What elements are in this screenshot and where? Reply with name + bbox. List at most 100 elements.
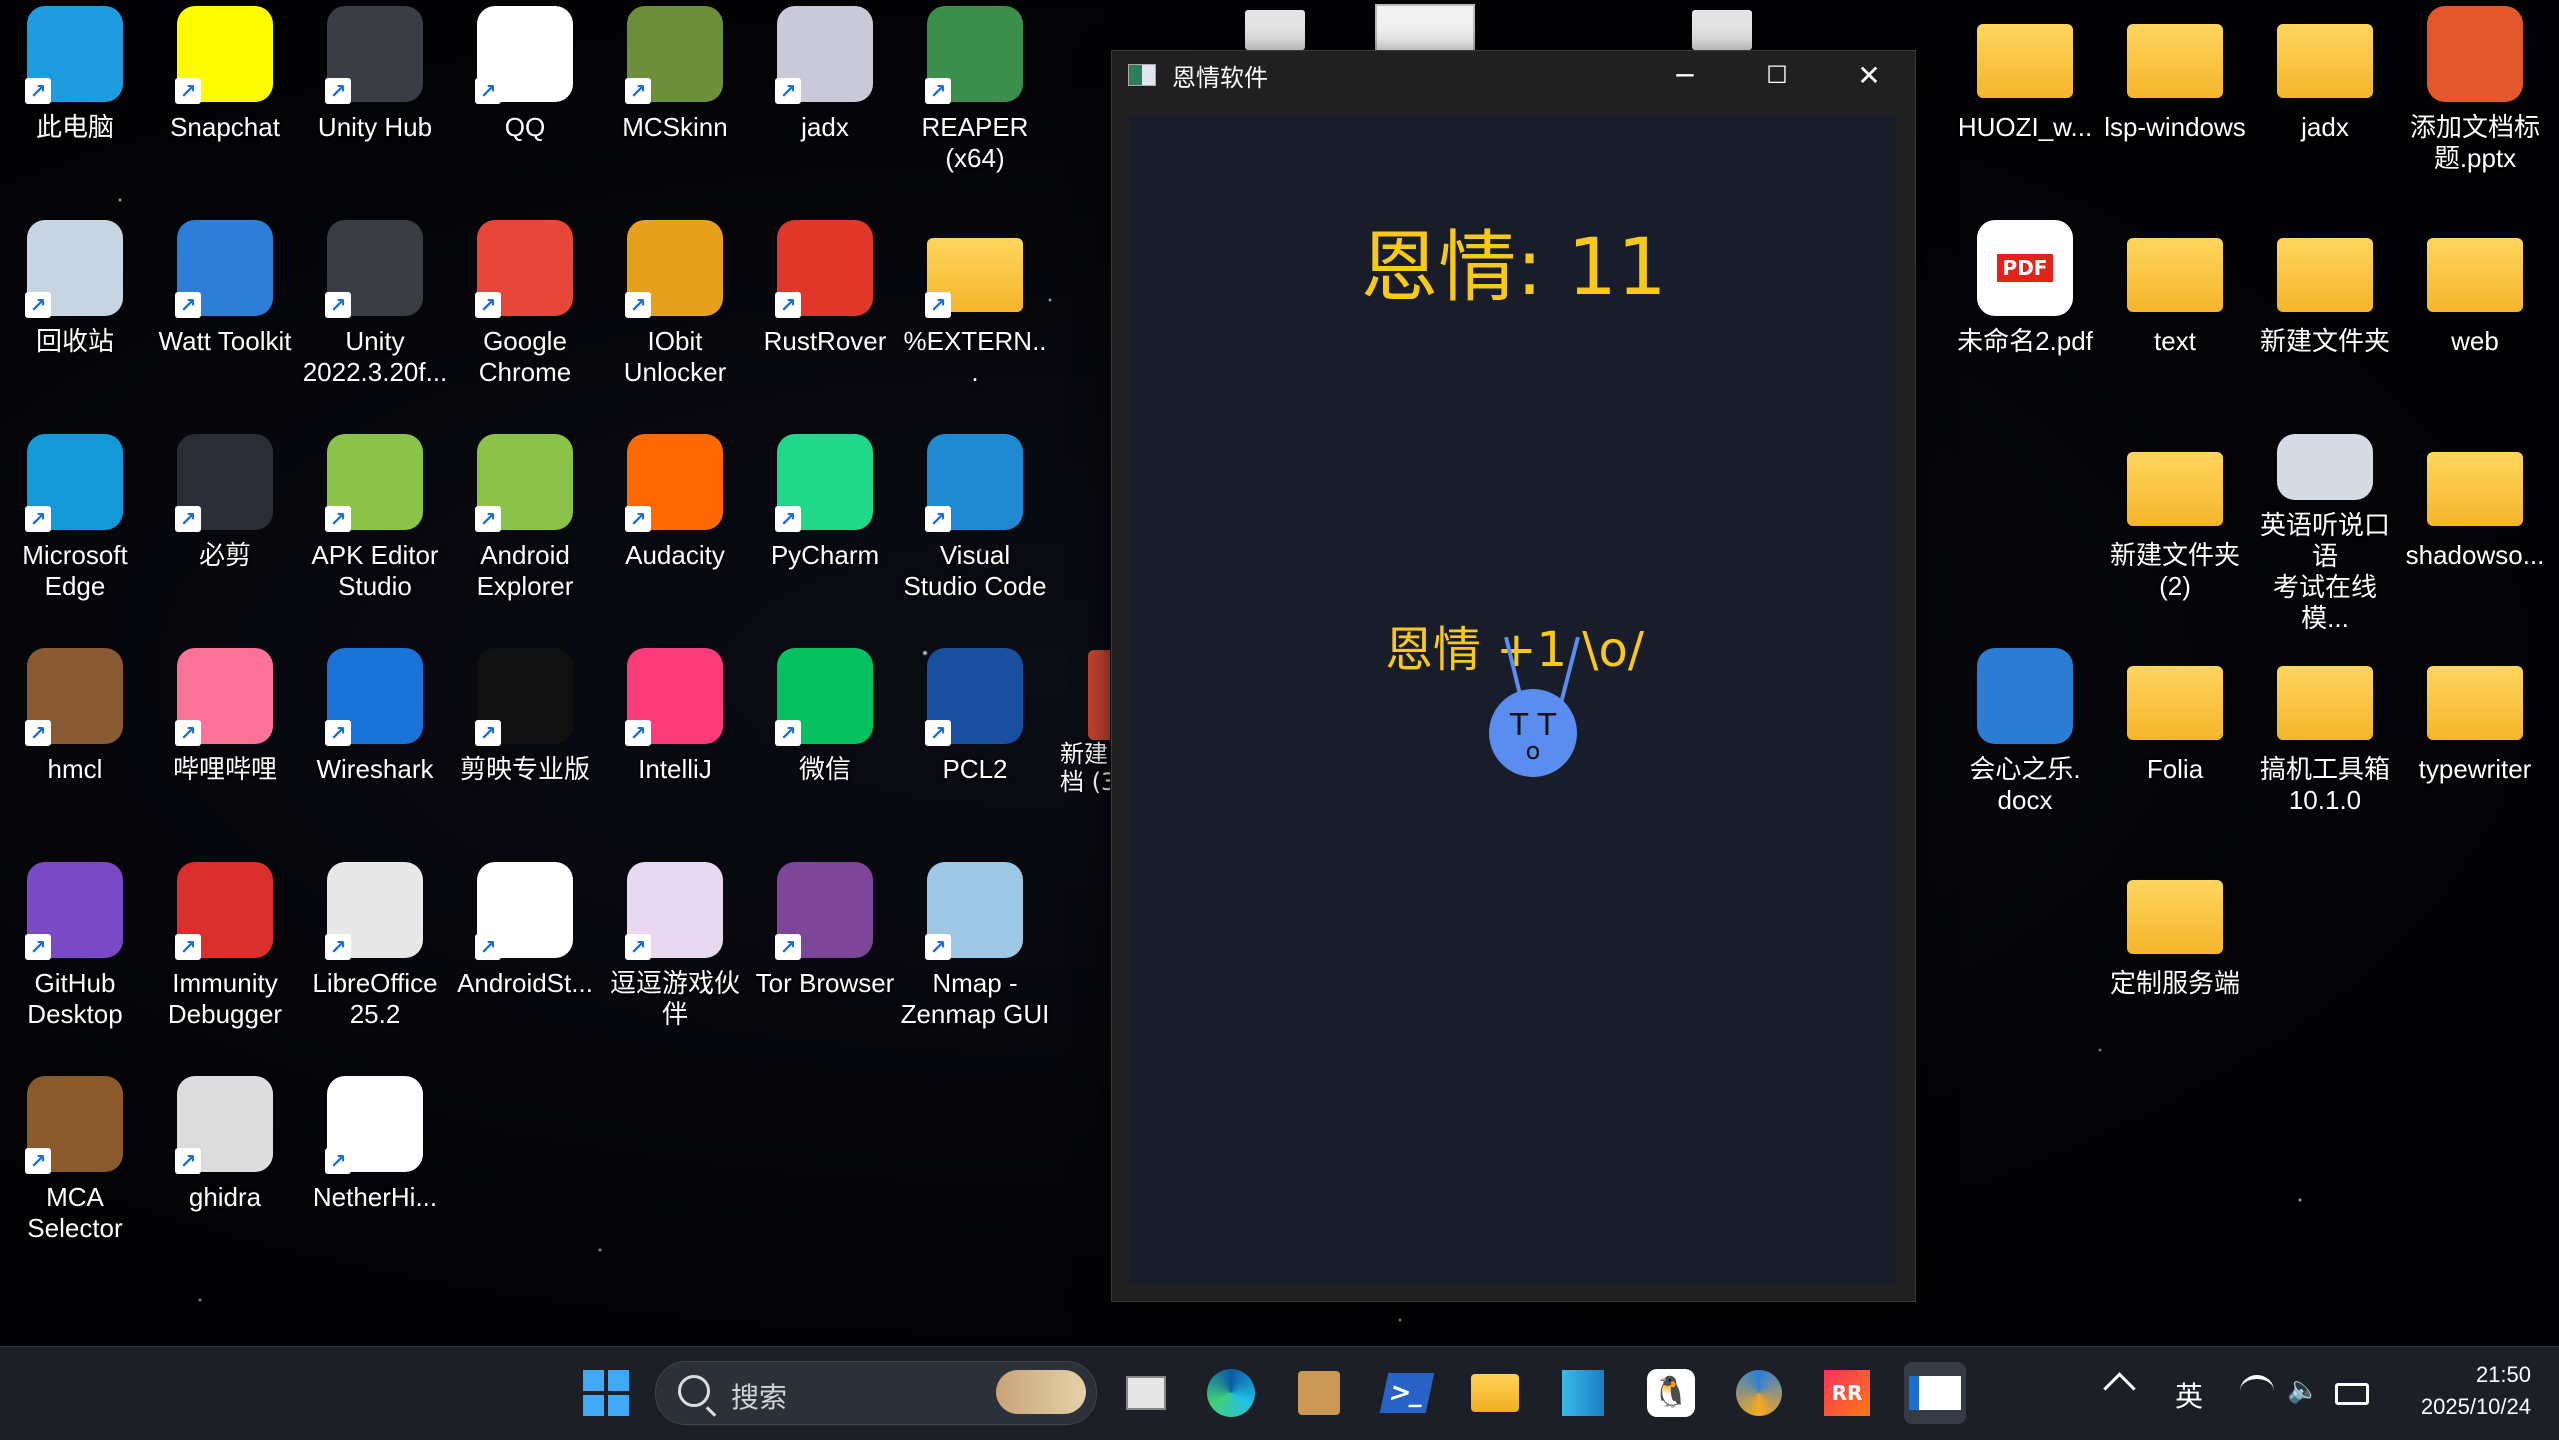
shortcut-arrow-icon: ↗ xyxy=(25,78,51,104)
desktop-icon-20[interactable]: ↗ Visual Studio Code xyxy=(900,434,1050,634)
partial-desktop-icon[interactable]: 新建 档 (3 xyxy=(1060,650,1110,800)
desktop-icon-23[interactable]: ↗ Wireshark xyxy=(300,648,450,848)
desktop-icon-24[interactable]: ↗ 剪映专业版 xyxy=(450,648,600,848)
netherhi-icon: ↗ xyxy=(325,1076,423,1174)
desktop-right-icon-0[interactable]: HUOZI_w... xyxy=(1950,6,2100,206)
system-clock[interactable]: 21:50 2025/10/24 xyxy=(2421,1359,2531,1423)
wechat-icon: ↗ xyxy=(775,648,873,746)
desktop-right-icon-4[interactable]: PDF 未命名2.pdf xyxy=(1950,220,2100,420)
desktop-icon-32[interactable]: ↗ 逗逗游戏伙伴 xyxy=(600,862,750,1062)
window-title: 恩情软件 xyxy=(1172,63,1268,92)
icon-label: GitHub Desktop xyxy=(27,968,123,1029)
desktop-right-icon-6[interactable]: 新建文件夹 xyxy=(2250,220,2400,420)
taskbar-search[interactable]: 搜索 xyxy=(655,1361,1097,1425)
shortcut-arrow-icon: ↗ xyxy=(325,1148,351,1174)
desktop-icon-26[interactable]: ↗ 微信 xyxy=(750,648,900,848)
desktop-icon-34[interactable]: ↗ Nmap - Zenmap GUI xyxy=(900,862,1050,1062)
desktop-icon-22[interactable]: ↗ 哔哩哔哩 xyxy=(150,648,300,848)
desktop-file-top-2[interactable] xyxy=(1375,4,1475,54)
close-button[interactable]: ✕ xyxy=(1823,51,1915,99)
watt-toolkit-taskbar-icon[interactable] xyxy=(1728,1362,1790,1424)
ime-indicator[interactable]: 英 xyxy=(2175,1375,2203,1415)
icon-label: 回收站 xyxy=(35,326,114,356)
desktop-icon-7[interactable]: ↗ 回收站 xyxy=(0,220,150,420)
desktop-icon-13[interactable]: ↗ %EXTERN... xyxy=(900,220,1050,420)
shortcut-arrow-icon: ↗ xyxy=(25,934,51,960)
desktop-right-icon-14[interactable]: typewriter xyxy=(2400,648,2550,848)
desktop-right-icon-1[interactable]: lsp-windows xyxy=(2100,6,2250,206)
desktop-right-icon-15[interactable]: 定制服务端 xyxy=(2100,862,2250,1062)
desktop-icon-14[interactable]: ↗ Microsoft Edge xyxy=(0,434,150,634)
icon-label: Android Explorer xyxy=(476,540,574,601)
apk-editor-icon: ↗ xyxy=(325,434,423,532)
desktop-icon-15[interactable]: ↗ 必剪 xyxy=(150,434,300,634)
desktop-icon-21[interactable]: ↗ hmcl xyxy=(0,648,150,848)
desktop-icon-9[interactable]: ↗ Unity 2022.3.20f... xyxy=(300,220,450,420)
desktop-icon-31[interactable]: ↗ AndroidSt... xyxy=(450,862,600,1062)
icon-label: Audacity xyxy=(625,540,725,570)
desktop-icon-17[interactable]: ↗ Android Explorer xyxy=(450,434,600,634)
tray-overflow-chevron-icon[interactable] xyxy=(2103,1372,2136,1405)
desktop-icon-30[interactable]: ↗ LibreOffice 25.2 xyxy=(300,862,450,1062)
icon-label: lsp-windows xyxy=(2104,112,2246,142)
file-explorer-icon[interactable] xyxy=(1464,1362,1526,1424)
terminal-icon[interactable]: >_ xyxy=(1376,1362,1438,1424)
qq-taskbar-icon[interactable]: 🐧 xyxy=(1640,1362,1702,1424)
desktop-icon-10[interactable]: ↗ Google Chrome xyxy=(450,220,600,420)
enqing-app-taskbar-icon[interactable] xyxy=(1904,1362,1966,1424)
edge-taskbar-icon[interactable] xyxy=(1200,1362,1262,1424)
desktop-icon-1[interactable]: ↗ Snapchat xyxy=(150,6,300,206)
desktop-icon-16[interactable]: ↗ APK Editor Studio xyxy=(300,434,450,634)
chrome-icon: ↗ xyxy=(475,220,573,318)
desktop-icon-2[interactable]: ↗ Unity Hub xyxy=(300,6,450,206)
desktop-right-icon-2[interactable]: jadx xyxy=(2250,6,2400,206)
desktop-icon-28[interactable]: ↗ GitHub Desktop xyxy=(0,862,150,1062)
desktop-right-icon-3[interactable]: 添加文档标 题.pptx xyxy=(2400,6,2550,206)
window-titlebar[interactable]: 恩情软件 ─ ☐ ✕ xyxy=(1112,51,1915,99)
shortcut-arrow-icon: ↗ xyxy=(925,934,951,960)
desktop-right-icon-12[interactable]: Folia xyxy=(2100,648,2250,848)
desktop-icon-19[interactable]: ↗ PyCharm xyxy=(750,434,900,634)
desktop-icon-37[interactable]: ↗ NetherHi... xyxy=(300,1076,450,1276)
desktop-file-top-1[interactable] xyxy=(1245,10,1305,50)
desktop-icon-29[interactable]: ↗ Immunity Debugger xyxy=(150,862,300,1062)
desktop-right-icon-10[interactable]: shadowso... xyxy=(2400,434,2550,634)
desktop-right-icon-11[interactable]: 会心之乐. docx xyxy=(1950,648,2100,848)
icon-label: 必剪 xyxy=(198,540,251,570)
rustrover-taskbar-icon[interactable]: RR xyxy=(1816,1362,1878,1424)
desktop-right-icon-9[interactable]: 英语听说口语 考试在线模... xyxy=(2250,434,2400,634)
desktop-icon-33[interactable]: ↗ Tor Browser xyxy=(750,862,900,1062)
pptx-icon xyxy=(2427,6,2523,102)
desktop-icon-0[interactable]: ↗ 此电脑 xyxy=(0,6,150,206)
mascot-character[interactable]: T T o xyxy=(1468,637,1598,777)
desktop-icon-18[interactable]: ↗ Audacity xyxy=(600,434,750,634)
desktop-icon-11[interactable]: ↗ IObit Unlocker xyxy=(600,220,750,420)
desktop-right-icon-13[interactable]: 搞机工具箱 10.1.0 xyxy=(2250,648,2400,848)
desktop-file-top-3[interactable] xyxy=(1692,10,1752,50)
icon-label: 哔哩哔哩 xyxy=(172,754,277,784)
start-button[interactable] xyxy=(575,1362,637,1424)
volume-icon[interactable]: 🔈 xyxy=(2287,1375,2319,1405)
desktop-icon-3[interactable]: ↗ QQ xyxy=(450,6,600,206)
desktop-icon-27[interactable]: ↗ PCL2 xyxy=(900,648,1050,848)
app-client-area[interactable]: 恩情: 11 恩情 +1 \o/ T T o xyxy=(1130,115,1897,1283)
battery-icon[interactable] xyxy=(2335,1383,2369,1405)
minimize-button[interactable]: ─ xyxy=(1639,51,1731,99)
desktop-icon-5[interactable]: ↗ jadx xyxy=(750,6,900,206)
desktop-icon-25[interactable]: ↗ IntelliJ xyxy=(600,648,750,848)
maximize-button[interactable]: ☐ xyxy=(1731,51,1823,99)
storage-explorer-icon[interactable] xyxy=(1552,1362,1614,1424)
desktop-icon-4[interactable]: ↗ MCSkinn xyxy=(600,6,750,206)
wireshark-fin-icon: ↗ xyxy=(325,648,423,746)
package-icon[interactable] xyxy=(1288,1362,1350,1424)
desktop-right-icon-5[interactable]: text xyxy=(2100,220,2250,420)
desktop-icon-35[interactable]: ↗ MCA Selector xyxy=(0,1076,150,1276)
wifi-icon[interactable] xyxy=(2240,1375,2274,1407)
desktop-icon-36[interactable]: ↗ ghidra xyxy=(150,1076,300,1276)
desktop-icon-8[interactable]: ↗ Watt Toolkit xyxy=(150,220,300,420)
desktop-right-icon-8[interactable]: 新建文件夹 (2) xyxy=(2100,434,2250,634)
desktop-icon-6[interactable]: ↗ REAPER (x64) xyxy=(900,6,1050,206)
desktop-icon-12[interactable]: ↗ RustRover xyxy=(750,220,900,420)
task-view-icon[interactable] xyxy=(1115,1362,1177,1424)
desktop-right-icon-7[interactable]: web xyxy=(2400,220,2550,420)
